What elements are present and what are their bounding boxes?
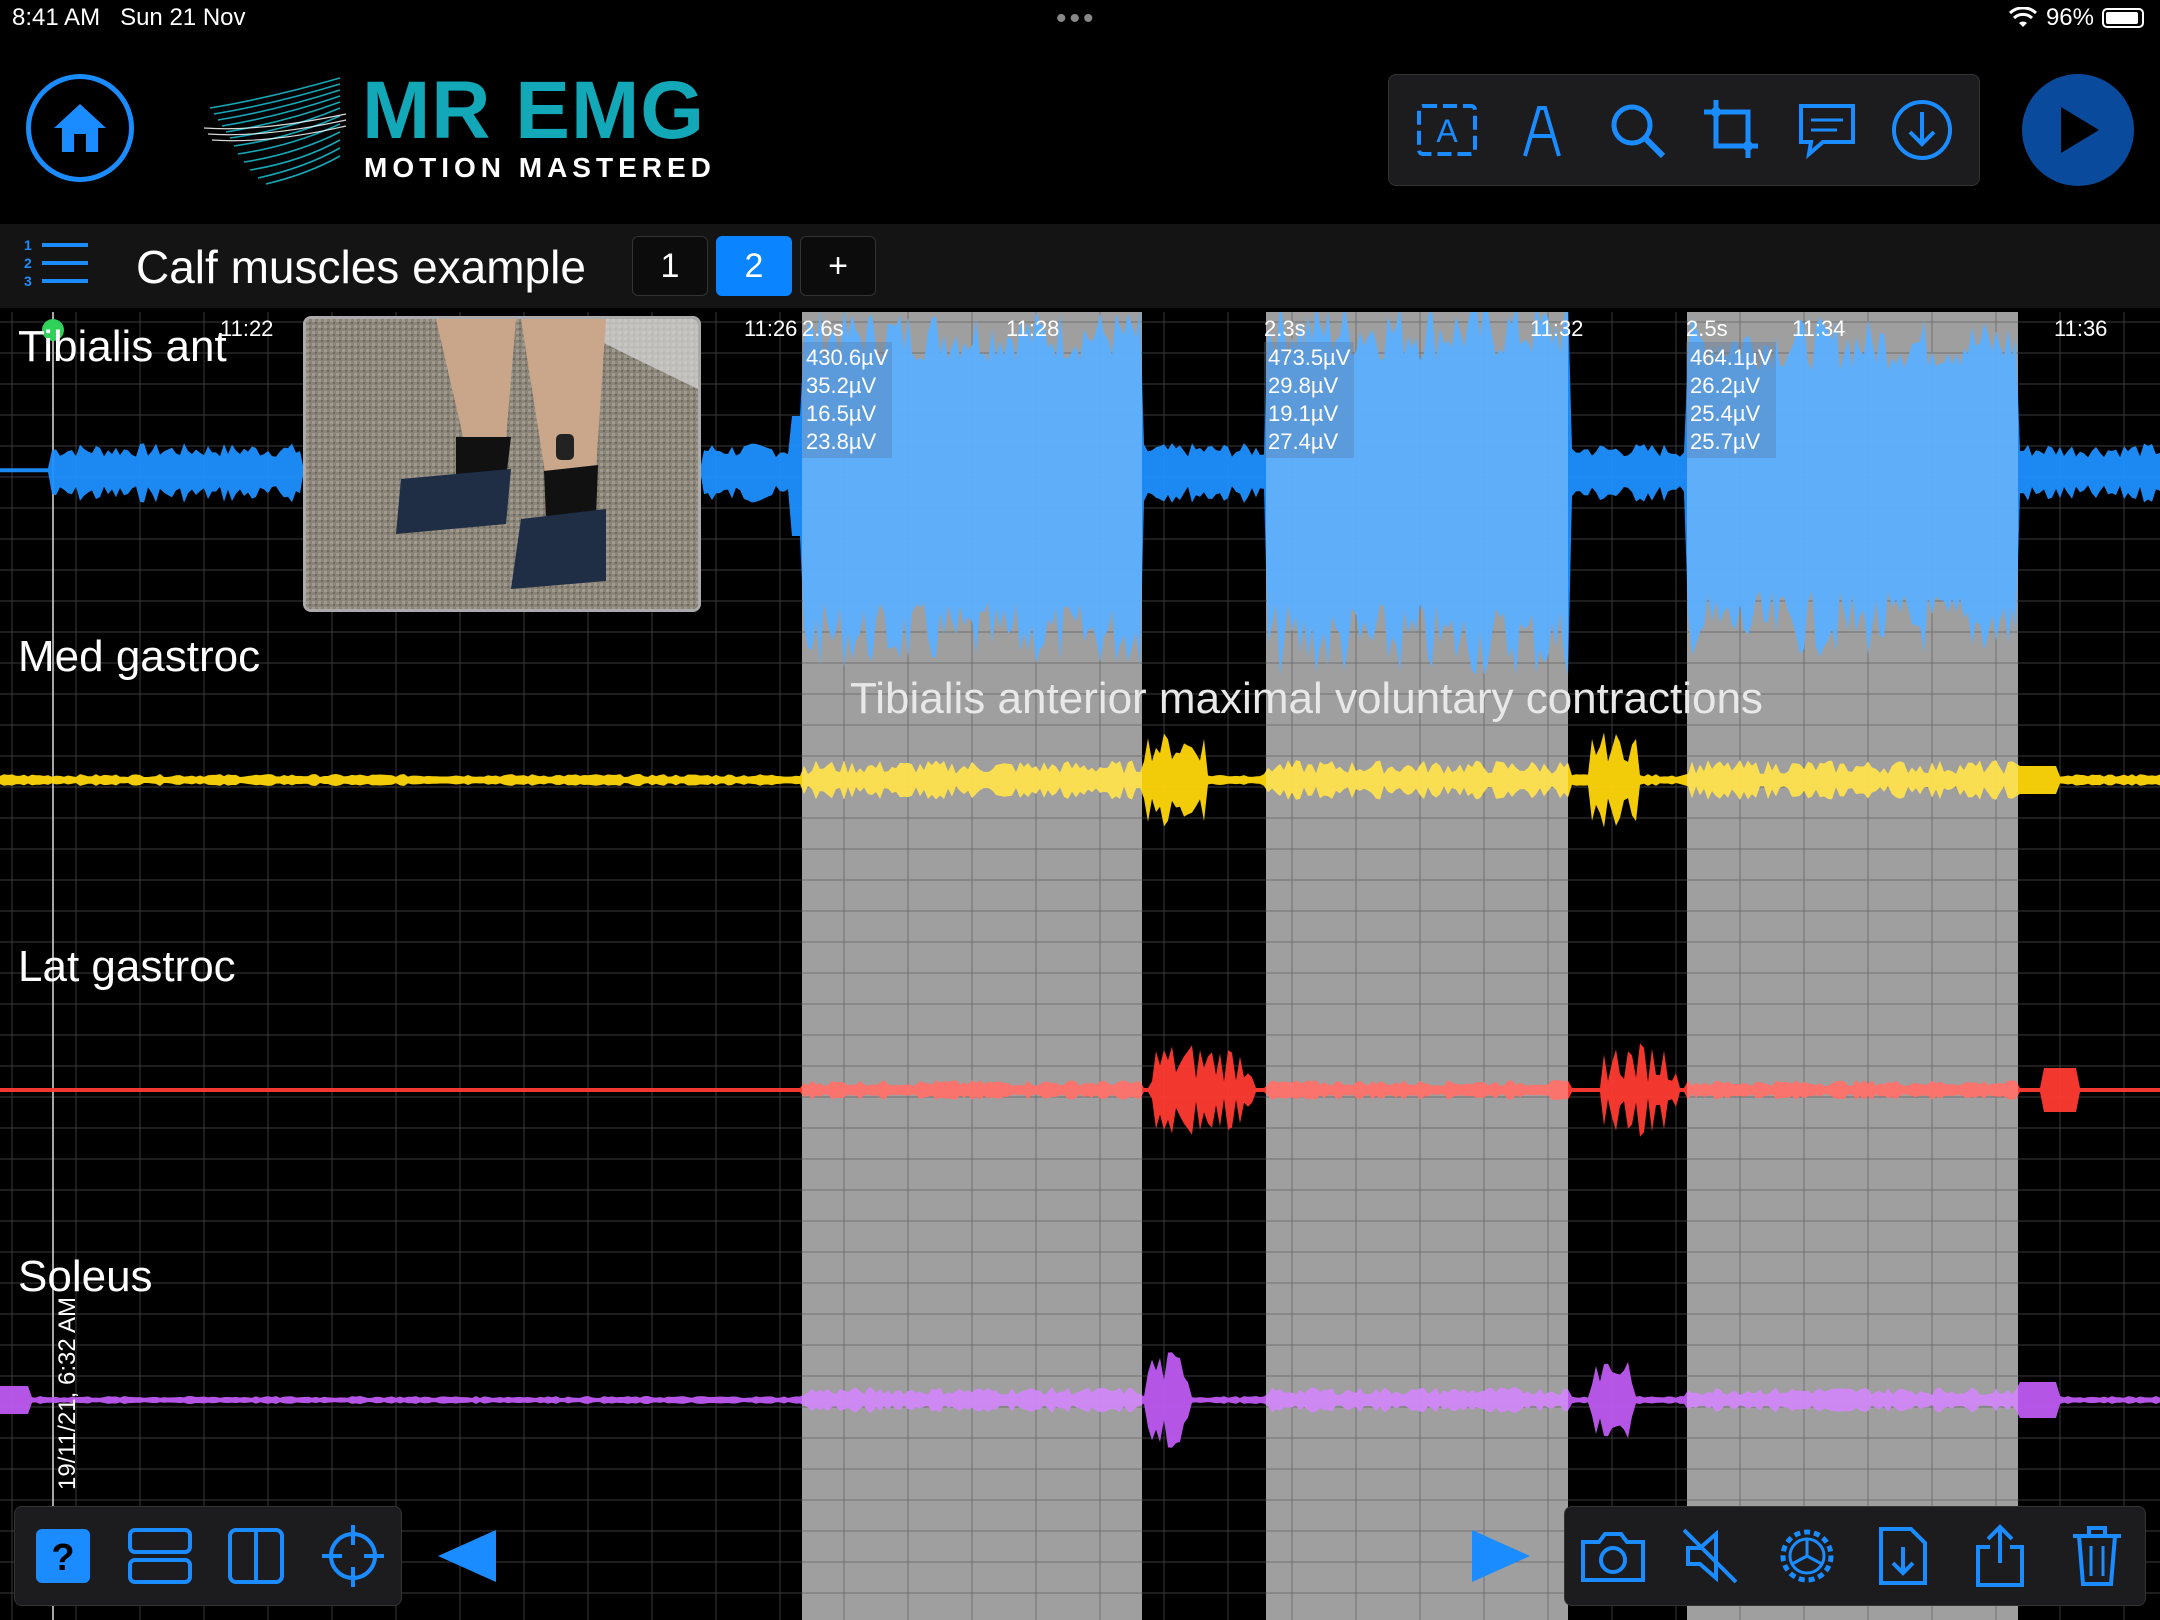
stat-value: 25.4µV	[1690, 401, 1761, 426]
channel-label-med-gastroc: Med gastroc	[18, 632, 261, 681]
play-icon	[2061, 107, 2099, 153]
stat-value: 473.5µV	[1268, 345, 1351, 370]
stat-value: 23.8µV	[806, 429, 877, 454]
channel-label-lat-gastroc: Lat gastroc	[18, 942, 236, 991]
scroll-right-icon[interactable]	[1470, 1528, 1532, 1584]
time-tick: 11:26	[744, 316, 798, 341]
mute-icon	[1682, 1528, 1738, 1584]
page-tab-1[interactable]: 1	[632, 236, 708, 296]
logo-icon	[203, 77, 347, 185]
time-tick: 11:28	[1006, 316, 1060, 341]
pen-icon	[1522, 106, 1561, 157]
channel-label-tibialis: Tibialis ant	[18, 322, 227, 371]
camera-icon	[1581, 1532, 1646, 1582]
status-date: Sun 21 Nov	[120, 4, 246, 31]
status-time: 8:41 AM	[12, 4, 101, 31]
crosshair-icon	[321, 1525, 384, 1587]
comment-icon	[1798, 104, 1855, 160]
search-button[interactable]	[1601, 94, 1673, 166]
camera-button[interactable]	[1578, 1521, 1648, 1591]
svg-text:2: 2	[24, 255, 32, 271]
text-label-button[interactable]: A	[1411, 94, 1483, 166]
numbered-list-icon[interactable]: 1 2 3	[22, 236, 92, 292]
split-view-button[interactable]	[221, 1521, 291, 1591]
trash-icon	[2072, 1526, 2121, 1586]
page-tab-2[interactable]: 2	[716, 236, 792, 296]
stat-value: 27.4µV	[1268, 429, 1339, 454]
play-button[interactable]	[2022, 74, 2134, 186]
help-button[interactable]: ?	[28, 1521, 98, 1591]
app-title: MR EMG	[362, 65, 706, 156]
bottom-right-toolbar	[1564, 1506, 2146, 1606]
search-icon	[1611, 104, 1665, 159]
svg-text:3: 3	[24, 273, 32, 289]
video-frame-image	[306, 319, 698, 609]
time-tick: 11:36	[2054, 316, 2108, 341]
time-tick: 11:32	[1530, 316, 1584, 341]
wifi-icon	[2008, 7, 2037, 27]
share-button[interactable]	[1965, 1521, 2035, 1591]
settings-gear-icon	[1780, 1529, 1834, 1583]
region-overlay	[1687, 312, 2018, 1620]
svg-text:?: ?	[52, 1537, 75, 1579]
segment-duration: 2.5s	[1686, 316, 1728, 341]
add-page-button[interactable]: +	[800, 236, 876, 296]
download-button[interactable]	[1886, 94, 1958, 166]
svg-text:A: A	[1436, 113, 1458, 149]
settings-button[interactable]	[1772, 1521, 1842, 1591]
video-thumbnail[interactable]	[303, 316, 701, 612]
stat-value: 26.2µV	[1690, 373, 1761, 398]
help-icon: ?	[36, 1529, 91, 1583]
home-button[interactable]	[26, 74, 134, 182]
crop-button[interactable]	[1696, 94, 1768, 166]
status-bar-right: 96%	[2008, 4, 2144, 32]
session-title: Calf muscles example	[136, 241, 586, 293]
crop-icon	[1703, 100, 1758, 158]
home-icon	[54, 104, 106, 152]
pen-button[interactable]	[1506, 94, 1578, 166]
region-overlay	[1266, 312, 1568, 1620]
battery-percentage: 96%	[2045, 4, 2094, 31]
status-bar-time: 8:41 AM Sun 21 Nov	[12, 4, 246, 32]
recording-date: 19/11/21, 6:32 AM	[54, 1296, 81, 1490]
crosshair-button[interactable]	[318, 1521, 388, 1591]
annotation-text[interactable]: Tibialis anterior maximal voluntary cont…	[850, 674, 1763, 724]
stat-value: 464.1µV	[1690, 345, 1773, 370]
download-icon	[1891, 100, 1952, 160]
text-label-icon: A	[1416, 104, 1477, 156]
region-overlay	[802, 312, 1142, 1620]
segment-stats: 464.1µV 26.2µV 25.4µV 25.7µV	[1686, 342, 1777, 458]
stat-value: 430.6µV	[806, 345, 889, 370]
stacked-view-button[interactable]	[125, 1521, 195, 1591]
segment-stats: 430.6µV 35.2µV 16.5µV 23.8µV	[802, 342, 893, 458]
stat-value: 35.2µV	[806, 373, 877, 398]
export-file-icon	[1879, 1527, 1928, 1585]
battery-icon	[2102, 8, 2144, 28]
segment-stats: 473.5µV 29.8µV 19.1µV 27.4µV	[1264, 342, 1355, 458]
scroll-left-icon[interactable]	[436, 1528, 498, 1584]
channel-label-soleus: Soleus	[18, 1252, 153, 1301]
bottom-left-toolbar: ?	[14, 1506, 402, 1606]
time-tick: 11:22	[220, 316, 274, 341]
stacked-view-icon	[127, 1528, 192, 1584]
stat-value: 16.5µV	[806, 401, 877, 426]
app-subtitle: MOTION MASTERED	[364, 152, 716, 183]
split-view-icon	[228, 1528, 285, 1584]
share-icon	[1975, 1524, 2024, 1587]
export-file-button[interactable]	[1868, 1521, 1938, 1591]
segment-duration: 2.3s	[1264, 316, 1306, 341]
top-toolbar: A	[1388, 74, 1980, 186]
svg-text:1: 1	[24, 237, 32, 253]
stat-value: 29.8µV	[1268, 373, 1339, 398]
stat-value: 19.1µV	[1268, 401, 1339, 426]
stat-value: 25.7µV	[1690, 429, 1761, 454]
time-tick: 11:34	[1792, 316, 1846, 341]
multitasking-dots-icon[interactable]: •••	[1056, 2, 1097, 36]
mute-button[interactable]	[1675, 1521, 1745, 1591]
delete-button[interactable]	[2062, 1521, 2132, 1591]
segment-duration: 2.6s	[802, 316, 844, 341]
comment-button[interactable]	[1791, 94, 1863, 166]
